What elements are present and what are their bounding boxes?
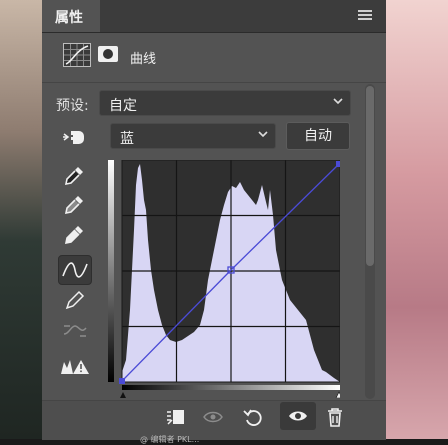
eyedropper-black-icon[interactable] <box>61 163 89 189</box>
canvas-background-left <box>0 0 42 439</box>
hand-target-icon[interactable] <box>62 124 90 150</box>
black-point-slider[interactable] <box>120 392 126 398</box>
curves-adjustment-icon[interactable] <box>63 43 91 67</box>
preset-value: 自定 <box>109 98 137 114</box>
tab-properties-label: 属性 <box>55 10 83 26</box>
curve-point[interactable] <box>336 161 340 167</box>
visibility-toggle[interactable] <box>280 402 316 430</box>
clipping-warning-icon[interactable] <box>59 354 91 380</box>
menu-icon[interactable] <box>358 10 372 20</box>
channel-value: 蓝 <box>120 131 134 147</box>
scrollbar[interactable] <box>365 84 375 399</box>
canvas-background-right <box>386 0 448 439</box>
chevron-down-icon <box>333 98 343 105</box>
divider <box>42 82 386 83</box>
eyedropper-gray-icon[interactable] <box>61 192 89 218</box>
channel-dropdown[interactable]: 蓝 <box>110 123 276 149</box>
preset-dropdown[interactable]: 自定 <box>99 90 351 116</box>
chevron-down-icon <box>258 131 268 138</box>
visibility-eye-icon <box>289 411 307 421</box>
reset-icon[interactable] <box>242 406 264 428</box>
smooth-curve-icon <box>63 325 87 337</box>
white-point-slider[interactable] <box>335 391 340 398</box>
curve-point-tool-icon <box>62 262 88 278</box>
pencil-icon[interactable] <box>61 288 89 314</box>
panel-titlebar: 属性 <box>42 0 386 33</box>
input-gradient-bar <box>122 385 340 390</box>
tab-properties[interactable]: 属性 <box>42 0 100 32</box>
layer-mask-icon[interactable] <box>98 46 118 62</box>
curve-graph[interactable] <box>108 160 340 398</box>
curve-point[interactable] <box>119 378 125 384</box>
curve-point-tool[interactable] <box>58 255 92 285</box>
clip-to-layer-icon[interactable] <box>164 406 186 428</box>
output-gradient-bar <box>108 160 114 382</box>
eyedropper-white-icon[interactable] <box>61 222 89 248</box>
trash-icon[interactable] <box>324 406 346 428</box>
preset-label: 预设: <box>56 98 89 114</box>
panel-bottom-bar <box>42 400 386 440</box>
watermark-text: @ 编辑者 PKL... <box>140 435 200 444</box>
adjustment-header: 曲线 <box>42 38 386 78</box>
properties-panel: 属性 曲线 预设: 自定 蓝 自动 <box>42 0 386 440</box>
auto-button[interactable]: 自动 <box>286 122 350 150</box>
scrollbar-thumb[interactable] <box>366 86 374 266</box>
adjustment-type-label: 曲线 <box>130 52 157 67</box>
view-previous-icon[interactable] <box>202 406 224 428</box>
